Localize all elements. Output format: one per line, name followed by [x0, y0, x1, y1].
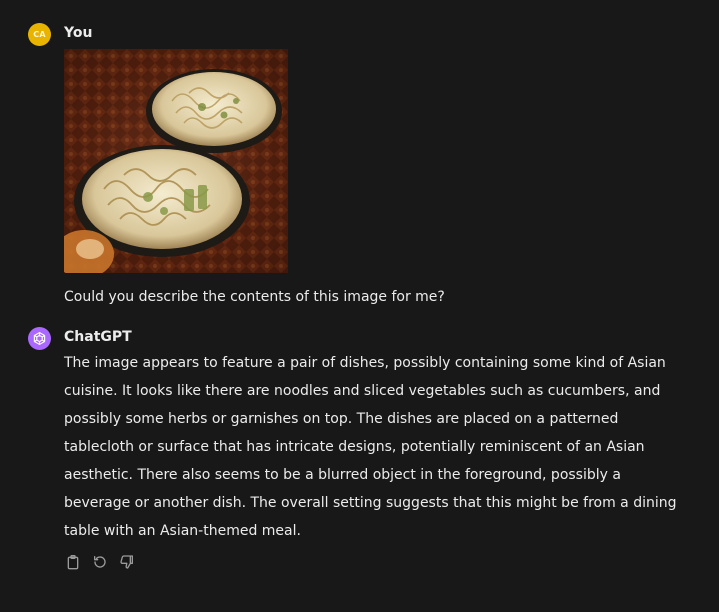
user-initials: CA [33, 30, 46, 39]
dishes-photo [64, 49, 288, 273]
assistant-name: ChatGPT [64, 329, 132, 345]
thumbs-down-icon [120, 555, 133, 569]
chat-thread: CA You Could you describe the contents o… [0, 0, 719, 612]
regenerate-button[interactable] [91, 553, 109, 571]
user-message: Could you describe the contents of this … [64, 289, 445, 305]
user-avatar: CA [28, 23, 51, 46]
openai-logo-icon [33, 332, 46, 345]
assistant-message: The image appears to feature a pair of d… [64, 355, 677, 539]
user-name: You [64, 25, 93, 41]
clipboard-icon [67, 555, 79, 570]
message-actions [64, 553, 136, 571]
thumbs-down-button[interactable] [118, 553, 136, 571]
copy-button[interactable] [64, 553, 82, 571]
attached-image[interactable] [64, 49, 288, 273]
chatgpt-avatar [28, 327, 51, 350]
regenerate-icon [94, 556, 106, 568]
